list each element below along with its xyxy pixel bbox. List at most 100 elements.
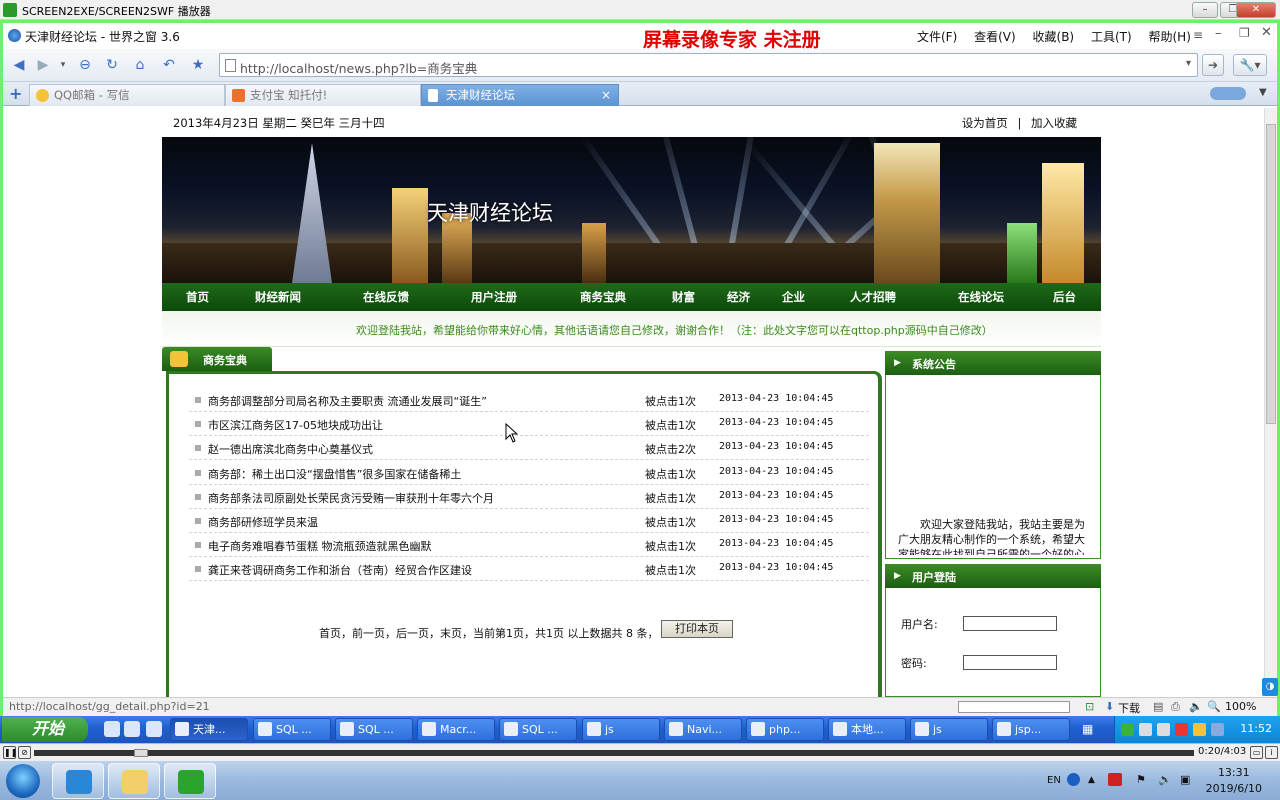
tray-shield-icon[interactable] xyxy=(1121,723,1134,736)
tools-wrench-icon[interactable]: 🔧▾ xyxy=(1233,54,1267,76)
pagination[interactable]: 首页，前一页，后一页，末页，当前第1页，共1页 以上数据共 8 条， xyxy=(319,625,658,641)
language-indicator[interactable]: EN xyxy=(1047,775,1061,786)
article-title[interactable]: 龚正来苍调研商务工作和浙台（苍南）经贸合作区建设 xyxy=(208,562,472,578)
password-input[interactable] xyxy=(963,655,1057,670)
help-icon[interactable] xyxy=(1067,773,1080,786)
go-button[interactable]: ➔ xyxy=(1202,54,1224,76)
nav-admin[interactable]: 后台 xyxy=(1053,289,1076,305)
volume-icon[interactable]: 🔈 xyxy=(1158,773,1172,786)
fullscreen-button[interactable]: ▭ xyxy=(1250,746,1263,759)
browser-close-button[interactable]: ✕ xyxy=(1261,25,1272,40)
article-title[interactable]: 市区滨江商务区17-05地块成功出让 xyxy=(208,417,383,433)
tray-volume-icon[interactable] xyxy=(1211,723,1224,736)
taskbar-teamviewer[interactable] xyxy=(52,763,104,799)
nav-jobs[interactable]: 人才招聘 xyxy=(850,289,896,305)
tray-recorder-icon[interactable] xyxy=(1108,773,1122,786)
nav-forum[interactable]: 在线论坛 xyxy=(958,289,1004,305)
zoom-level[interactable]: 100% xyxy=(1225,700,1256,713)
network-icon[interactable]: ▣ xyxy=(1180,773,1190,786)
adblock-icon[interactable]: ⊡ xyxy=(1085,700,1094,713)
print-icon[interactable]: ⎙ xyxy=(1171,700,1180,714)
tray-monitor-icon[interactable] xyxy=(1157,723,1170,736)
xp-task-button[interactable]: js xyxy=(910,718,988,741)
xp-task-button[interactable]: js xyxy=(582,718,660,741)
app-icon[interactable] xyxy=(146,721,162,737)
ie-icon[interactable] xyxy=(104,721,120,737)
xp-task-button[interactable]: jsp... xyxy=(992,718,1070,741)
seek-handle[interactable] xyxy=(134,749,148,757)
xp-task-button[interactable]: php... xyxy=(746,718,824,741)
tray-alert-icon[interactable] xyxy=(1175,723,1188,736)
xp-task-button[interactable]: 天津... xyxy=(170,718,248,741)
tray-qq-icon[interactable] xyxy=(1193,723,1206,736)
flag-icon[interactable]: ⚑ xyxy=(1136,773,1146,786)
pause-button[interactable]: ❚❚ xyxy=(3,746,17,759)
xp-task-button[interactable]: SQL ... xyxy=(499,718,577,741)
favorite-star-icon[interactable]: ★ xyxy=(188,55,208,75)
download-icon[interactable]: ⬇ xyxy=(1105,700,1114,713)
article-title[interactable]: 商务部：稀土出口没“摆盘惜售”很多国家在储备稀土 xyxy=(208,466,461,482)
nav-business[interactable]: 商务宝典 xyxy=(580,289,626,305)
nav-wealth[interactable]: 财富 xyxy=(672,289,695,305)
new-tab-icon[interactable]: + xyxy=(9,85,22,103)
stop-button[interactable]: ⊘ xyxy=(18,746,31,759)
menu-favorites[interactable]: 收藏(B) xyxy=(1033,30,1075,44)
browser-menu-icon[interactable]: ≡ xyxy=(1193,28,1203,42)
tab-scroll-arrows[interactable] xyxy=(1210,87,1246,100)
xp-start-button[interactable]: 开始 xyxy=(2,717,88,742)
page-scrollbar[interactable] xyxy=(1264,108,1277,696)
windows-start-orb[interactable] xyxy=(6,764,40,798)
mute-icon[interactable]: 🔈 xyxy=(1189,700,1203,713)
xp-task-button[interactable]: 本地... xyxy=(828,718,906,741)
taskbar-player[interactable] xyxy=(164,763,216,799)
folder-icon[interactable] xyxy=(124,721,140,737)
set-homepage-link[interactable]: 设为首页 xyxy=(962,116,1008,130)
address-bar[interactable]: http://localhost/news.php?lb=商务宝典 ▾ xyxy=(219,53,1198,77)
add-favorite-link[interactable]: 加入收藏 xyxy=(1031,116,1077,130)
tray-network-icon[interactable] xyxy=(1139,723,1152,736)
print-button[interactable]: 打印本页 xyxy=(661,620,733,638)
back-icon[interactable]: ◀ xyxy=(9,55,29,75)
article-title[interactable]: 电子商务难唱春节蛋糕 物流瓶颈造就黑色幽默 xyxy=(208,538,432,554)
nav-feedback[interactable]: 在线反馈 xyxy=(363,289,409,305)
article-title[interactable]: 商务部调整部分司局名称及主要职责 流通业发展司“诞生” xyxy=(208,393,487,409)
tab-alipay[interactable]: 支付宝 知托付! xyxy=(225,84,421,106)
close-button[interactable]: ✕ xyxy=(1236,2,1276,18)
nav-economy[interactable]: 经济 xyxy=(727,289,750,305)
forward-icon[interactable]: ▶ xyxy=(33,55,53,75)
info-button[interactable]: i xyxy=(1265,746,1278,759)
address-dropdown-icon[interactable]: ▾ xyxy=(1186,58,1191,69)
xp-task-button[interactable]: SQL ... xyxy=(335,718,413,741)
taskbar-explorer[interactable] xyxy=(108,763,160,799)
article-title[interactable]: 商务部研修班学员来温 xyxy=(208,514,318,530)
side-chat-icon[interactable]: ◑ xyxy=(1262,678,1278,696)
browser-minimize-button[interactable]: – xyxy=(1215,26,1222,41)
menu-view[interactable]: 查看(V) xyxy=(974,30,1016,44)
undo-close-icon[interactable]: ↶ xyxy=(159,55,179,75)
nav-enterprise[interactable]: 企业 xyxy=(782,289,805,305)
tab-qq-mail[interactable]: QQ邮箱 - 写信 xyxy=(29,84,225,106)
nav-register[interactable]: 用户注册 xyxy=(471,289,517,305)
xp-task-button[interactable]: SQL ... xyxy=(253,718,331,741)
download-label[interactable]: 下载 xyxy=(1118,700,1140,716)
zoom-icon[interactable]: 🔍 xyxy=(1207,700,1221,713)
menu-file[interactable]: 文件(F) xyxy=(917,30,957,44)
home-icon[interactable]: ⌂ xyxy=(130,55,150,75)
nav-home[interactable]: 首页 xyxy=(186,289,209,305)
address-url[interactable]: http://localhost/news.php?lb=商务宝典 xyxy=(240,58,477,77)
tray-expand-icon[interactable]: ▲ xyxy=(1088,775,1095,785)
browser-restore-button[interactable]: ❐ xyxy=(1239,26,1250,40)
stop-icon[interactable]: ⊖ xyxy=(75,55,95,75)
article-title[interactable]: 商务部条法司原副处长荣民贪污受贿一审获刑十年零六个月 xyxy=(208,490,494,506)
history-icon[interactable]: ▤ xyxy=(1153,700,1163,713)
nav-finance-news[interactable]: 财经新闻 xyxy=(255,289,301,305)
tab-list-icon[interactable]: ▼ xyxy=(1259,87,1267,98)
article-title[interactable]: 赵一德出席滨北商务中心奠基仪式 xyxy=(208,441,373,457)
history-dropdown-icon[interactable]: ▾ xyxy=(53,55,73,75)
menu-tools[interactable]: 工具(T) xyxy=(1091,30,1132,44)
menu-help[interactable]: 帮助(H) xyxy=(1148,30,1190,44)
refresh-icon[interactable]: ↻ xyxy=(102,55,122,75)
xp-task-button[interactable]: Navi... xyxy=(664,718,742,741)
xp-task-button[interactable]: Macr... xyxy=(417,718,495,741)
seek-bar[interactable] xyxy=(34,749,1194,757)
